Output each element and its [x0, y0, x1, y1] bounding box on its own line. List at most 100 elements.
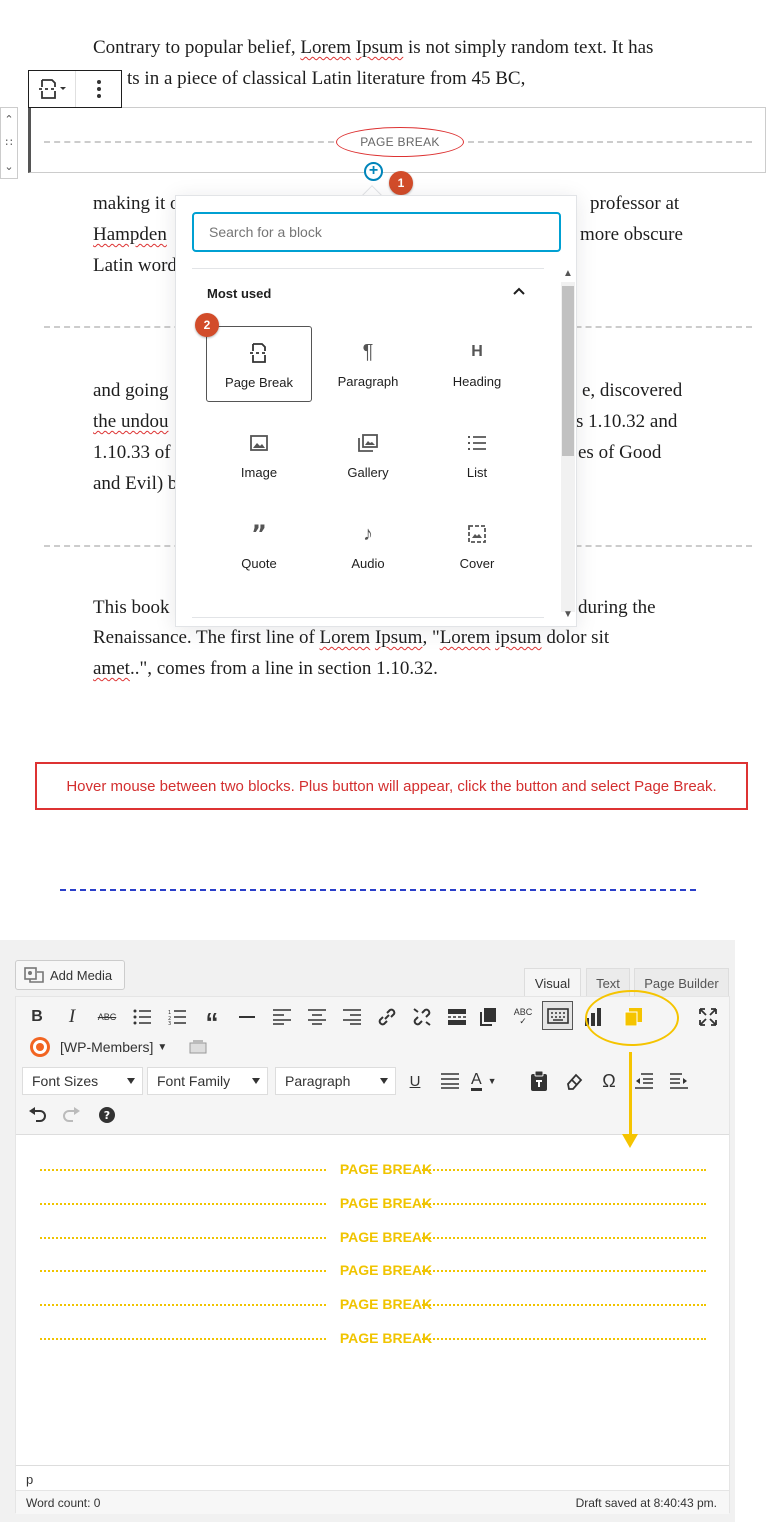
element-path[interactable]: p	[26, 1472, 33, 1487]
align-left-icon[interactable]	[268, 1003, 296, 1031]
undo-icon[interactable]	[23, 1101, 51, 1129]
chevron-down-icon	[127, 1078, 135, 1084]
page-break-marker: PAGE BREAK	[40, 1161, 706, 1177]
underline-icon[interactable]: U	[401, 1067, 429, 1095]
page-break-label: PAGE BREAK	[336, 127, 464, 157]
more-vertical-icon	[96, 80, 101, 98]
chevron-down-icon	[380, 1078, 388, 1084]
blockquote-icon[interactable]: “	[198, 1003, 226, 1037]
special-character-icon[interactable]: Ω	[595, 1067, 623, 1095]
paragraph-icon: ¶	[362, 340, 374, 363]
clear-formatting-icon[interactable]	[560, 1067, 588, 1095]
page-break-icon	[247, 341, 271, 365]
strikethrough-icon[interactable]: ABC	[93, 1003, 121, 1031]
block-item-label: Gallery	[347, 465, 389, 480]
copy-icon[interactable]	[474, 1003, 502, 1031]
move-up-icon[interactable]: ⌃	[4, 113, 13, 126]
block-item-gallery[interactable]: Gallery	[315, 417, 421, 493]
block-search-input[interactable]	[192, 212, 561, 252]
bold-icon[interactable]: B	[23, 1003, 51, 1031]
help-icon[interactable]: ?	[93, 1101, 121, 1129]
page-break-marker: PAGE BREAK	[40, 1296, 706, 1312]
more-options-button[interactable]	[75, 71, 121, 107]
page-break-marker: PAGE BREAK	[40, 1229, 706, 1245]
highlight-ring	[585, 990, 679, 1046]
link-icon[interactable]	[373, 1003, 401, 1031]
step-badge-1: 1	[389, 171, 413, 195]
block-switcher-button[interactable]	[29, 71, 75, 107]
chevron-up-icon[interactable]	[512, 284, 526, 298]
scroll-up-icon[interactable]: ▲	[563, 268, 573, 279]
shortcode-icon[interactable]	[189, 1040, 207, 1054]
paragraph-3-line-1-right: e, discovered	[582, 380, 683, 401]
block-item-cover[interactable]: Cover	[424, 508, 530, 584]
numbered-list-icon[interactable]: 123	[163, 1003, 191, 1031]
block-item-label: Cover	[459, 556, 495, 571]
scroll-thumb[interactable]	[562, 286, 574, 456]
paragraph-3-line-2-left: the undou	[93, 411, 169, 432]
inserter-scrollbar[interactable]: ▲ ▼	[561, 268, 575, 624]
align-right-icon[interactable]	[338, 1003, 366, 1031]
read-more-icon[interactable]	[443, 1003, 471, 1031]
step-badge-2: 2	[195, 313, 219, 337]
block-item-label: Paragraph	[337, 374, 399, 389]
paragraph-4-line-1-left: This book	[93, 597, 170, 618]
redo-icon[interactable]	[58, 1101, 86, 1129]
tab-visual[interactable]: Visual	[524, 968, 581, 997]
block-item-label: Image	[240, 465, 278, 480]
add-media-button[interactable]: Add Media	[15, 960, 125, 990]
select-value: Font Family	[157, 1073, 231, 1089]
text: Contrary to popular belief,	[93, 37, 301, 58]
block-item-paragraph[interactable]: ¶ Paragraph	[315, 326, 421, 402]
editor-content[interactable]: PAGE BREAK PAGE BREAK PAGE BREAK PAGE BR…	[16, 1135, 729, 1465]
media-icon	[24, 967, 44, 983]
wp-members-dropdown[interactable]: [WP-Members]	[60, 1039, 153, 1055]
block-item-quote[interactable]: ” Quote	[206, 508, 312, 584]
fullscreen-icon[interactable]	[694, 1003, 722, 1031]
justify-icon[interactable]	[436, 1067, 464, 1095]
insert-block-button[interactable]: +	[364, 162, 383, 181]
cover-icon	[465, 522, 489, 546]
text: dolor sit	[541, 627, 610, 648]
page-break-dash-left	[44, 141, 334, 143]
paragraph-format-select[interactable]: Paragraph	[275, 1067, 396, 1095]
chevron-down-icon	[252, 1078, 260, 1084]
drag-handle-icon[interactable]: ∷	[6, 136, 13, 149]
paragraph-block-1[interactable]: Contrary to popular belief, Lorem Ipsum …	[93, 32, 713, 63]
italic-icon[interactable]: I	[58, 1003, 86, 1031]
select-value: Font Sizes	[32, 1073, 99, 1089]
divider	[192, 617, 544, 618]
font-family-select[interactable]: Font Family	[147, 1067, 268, 1095]
wp-members-row: [WP-Members] ▼	[28, 1035, 207, 1059]
paragraph-2-line-1-left: making it o	[93, 193, 180, 214]
block-item-image[interactable]: Image	[206, 417, 312, 493]
text-color-icon[interactable]: A ▼	[471, 1067, 513, 1095]
highlight-arrow	[629, 1052, 632, 1136]
align-center-icon[interactable]	[303, 1003, 331, 1031]
block-item-label: List	[466, 465, 488, 480]
horizontal-line-icon[interactable]	[233, 1003, 261, 1031]
indent-icon[interactable]	[665, 1067, 693, 1095]
bullet-list-icon[interactable]	[128, 1003, 156, 1031]
section-separator	[60, 889, 696, 891]
paste-text-icon[interactable]	[525, 1067, 553, 1095]
text: Ipsum	[355, 37, 404, 58]
status-bar: Word count: 0 Draft saved at 8:40:43 pm.	[16, 1490, 729, 1514]
select-value: Paragraph	[285, 1073, 351, 1089]
font-sizes-select[interactable]: Font Sizes	[22, 1067, 143, 1095]
block-item-heading[interactable]: H Heading	[424, 326, 530, 402]
spellcheck-icon[interactable]: ABC ✓	[509, 1003, 537, 1031]
unlink-icon[interactable]	[408, 1003, 436, 1031]
scroll-down-icon[interactable]: ▼	[563, 609, 573, 620]
paragraph-line-2: ts in a piece of classical Latin literat…	[127, 68, 526, 89]
block-item-list[interactable]: List	[424, 417, 530, 493]
arrow-head-icon	[622, 1134, 638, 1148]
move-down-icon[interactable]: ⌄	[4, 160, 13, 173]
toolbar-toggle-icon[interactable]	[542, 1001, 573, 1030]
outdent-icon[interactable]	[630, 1067, 658, 1095]
paragraph-3-line-4-left: and Evil) b	[93, 473, 178, 494]
block-item-audio[interactable]: ♪ Audio	[315, 508, 421, 584]
page-break-icon	[39, 79, 66, 99]
block-item-page-break[interactable]: Page Break	[206, 326, 312, 402]
paragraph-4-line-3: amet..", comes from a line in section 1.…	[93, 653, 438, 684]
